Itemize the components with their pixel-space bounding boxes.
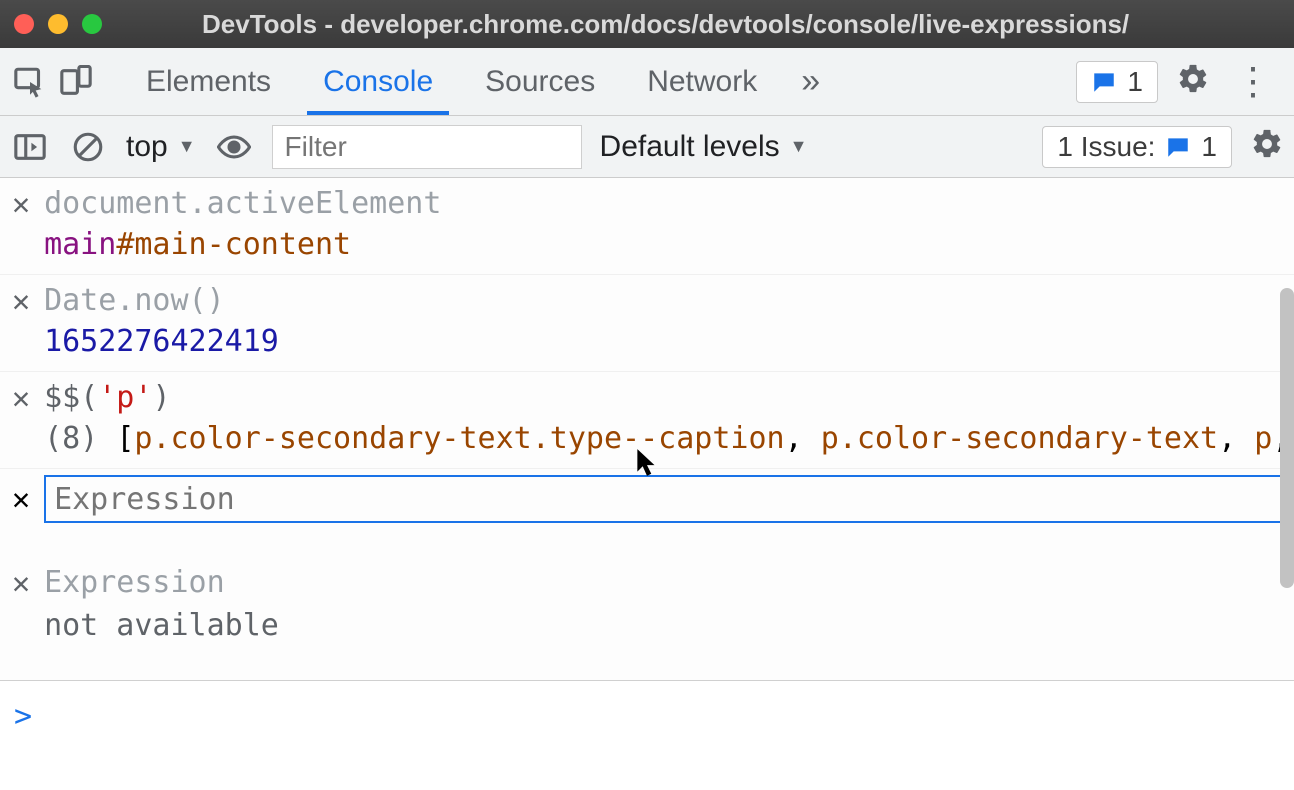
device-toolbar-icon[interactable] [56, 62, 96, 102]
console-prompt-area[interactable]: > [0, 680, 1294, 790]
console-settings-button[interactable] [1250, 127, 1284, 166]
live-expressions-area: ✕ document.activeElement main#main-conte… [0, 178, 1294, 680]
new-live-expression-input-container[interactable] [44, 475, 1282, 523]
maximize-window-button[interactable] [82, 14, 102, 34]
live-expression-source[interactable]: $$('p') [44, 380, 1282, 415]
remove-expression-button[interactable]: ✕ [12, 287, 30, 317]
more-tabs-button[interactable]: » [783, 48, 838, 115]
console-issues-label: 1 Issue: [1057, 131, 1155, 163]
minimize-window-button[interactable] [48, 14, 68, 34]
tab-elements[interactable]: Elements [120, 48, 297, 115]
issues-icon [1165, 134, 1191, 160]
remove-expression-button[interactable]: ✕ [12, 384, 30, 414]
execution-context-label: top [126, 130, 168, 164]
console-toolbar: top ▼ Default levels ▼ 1 Issue: 1 [0, 116, 1294, 178]
window-title: DevTools - developer.chrome.com/docs/dev… [202, 9, 1129, 40]
issues-indicator[interactable]: 1 [1076, 61, 1158, 103]
log-levels-selector[interactable]: Default levels ▼ [600, 130, 808, 164]
live-expression-row: ✕ $$('p') (8) [p.color-secondary-text.ty… [0, 372, 1294, 469]
close-window-button[interactable] [14, 14, 34, 34]
live-expression-button[interactable] [214, 127, 254, 167]
console-sidebar-toggle[interactable] [10, 127, 50, 167]
live-expression-source[interactable]: Expression [44, 565, 1282, 600]
more-options-button[interactable]: ⋮ [1228, 63, 1278, 101]
log-levels-label: Default levels [600, 130, 780, 164]
live-expression-result[interactable]: main#main-content [44, 227, 1282, 262]
remove-expression-button[interactable]: ✕ [12, 569, 30, 599]
filter-input-container[interactable] [272, 125, 582, 169]
main-tabstrip: Elements Console Sources Network » 1 ⋮ [0, 48, 1294, 116]
remove-expression-button[interactable]: ✕ [12, 190, 30, 220]
prompt-chevron-icon: > [14, 699, 32, 734]
scrollbar-thumb[interactable] [1280, 288, 1294, 588]
issues-count: 1 [1127, 66, 1143, 98]
live-expression-row: ✕ Expression not available [0, 557, 1294, 655]
live-expression-result: not available [44, 608, 1282, 643]
live-expression-row: ✕ Date.now() 1652276422419 [0, 275, 1294, 372]
live-expression-row: ✕ [0, 469, 1294, 529]
live-expression-source[interactable]: Date.now() [44, 283, 1282, 318]
execution-context-selector[interactable]: top ▼ [126, 130, 196, 164]
console-issue-count: 1 [1201, 131, 1217, 163]
window-titlebar: DevTools - developer.chrome.com/docs/dev… [0, 0, 1294, 48]
inspect-element-icon[interactable] [10, 62, 50, 102]
dropdown-icon: ▼ [790, 136, 808, 157]
window-controls [14, 14, 102, 34]
settings-button[interactable] [1176, 62, 1210, 101]
tab-network[interactable]: Network [621, 48, 783, 115]
live-expression-row: ✕ document.activeElement main#main-conte… [0, 178, 1294, 275]
panel-tabs: Elements Console Sources Network » [120, 48, 838, 115]
remove-expression-button[interactable]: ✕ [12, 482, 30, 517]
clear-console-button[interactable] [68, 127, 108, 167]
live-expression-source[interactable]: document.activeElement [44, 186, 1282, 221]
live-expression-result[interactable]: 1652276422419 [44, 324, 1282, 359]
live-expression-result[interactable]: (8) [p.color-secondary-text.type--captio… [44, 421, 1282, 456]
console-issues-badge[interactable]: 1 Issue: 1 [1042, 126, 1232, 168]
new-live-expression-input[interactable] [54, 482, 1272, 517]
filter-input[interactable] [285, 131, 569, 163]
tab-console[interactable]: Console [297, 48, 459, 115]
tab-sources[interactable]: Sources [459, 48, 621, 115]
issues-icon [1091, 69, 1117, 95]
dropdown-icon: ▼ [178, 136, 196, 157]
